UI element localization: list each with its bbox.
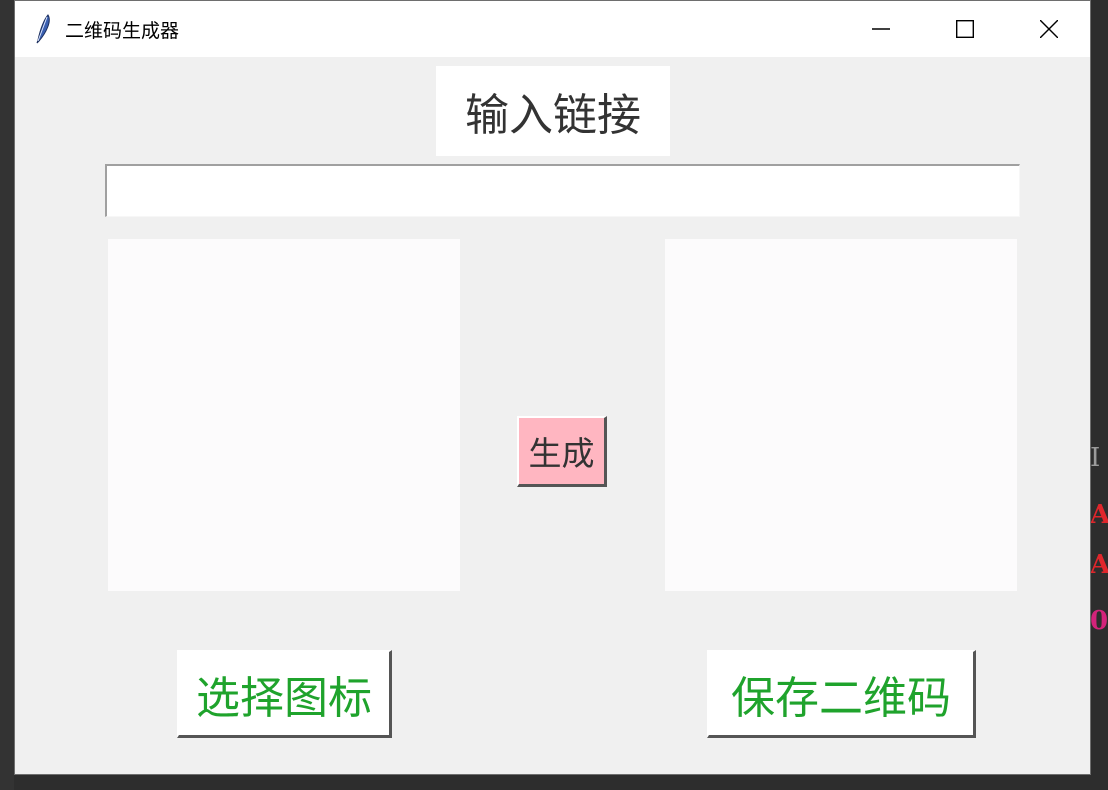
save-qr-button[interactable]: 保存二维码 (707, 650, 976, 738)
icon-preview-panel (108, 239, 460, 591)
generate-button[interactable]: 生成 (517, 416, 607, 487)
editor-fragment: A (1090, 550, 1108, 580)
ide-left-gutter (0, 0, 14, 790)
select-icon-button[interactable]: 选择图标 (177, 650, 392, 738)
url-input[interactable] (105, 164, 1020, 217)
maximize-icon (956, 20, 974, 38)
editor-fragment: A (1090, 500, 1108, 530)
minimize-icon (872, 28, 890, 30)
input-link-label: 输入链接 (436, 66, 670, 156)
feather-icon (36, 14, 50, 44)
app-window: 二维码生成器 输入链接 生成 选择图标 保存二维码 (14, 0, 1091, 775)
close-icon (1040, 20, 1058, 38)
qr-preview-panel (665, 239, 1017, 591)
title-bar[interactable]: 二维码生成器 (15, 1, 1090, 57)
close-button[interactable] (1007, 1, 1091, 57)
maximize-button[interactable] (923, 1, 1007, 57)
minimize-button[interactable] (839, 1, 923, 57)
window-title: 二维码生成器 (65, 20, 180, 42)
editor-fragment: 0 (1090, 606, 1108, 636)
editor-fragment: I (1090, 443, 1101, 473)
